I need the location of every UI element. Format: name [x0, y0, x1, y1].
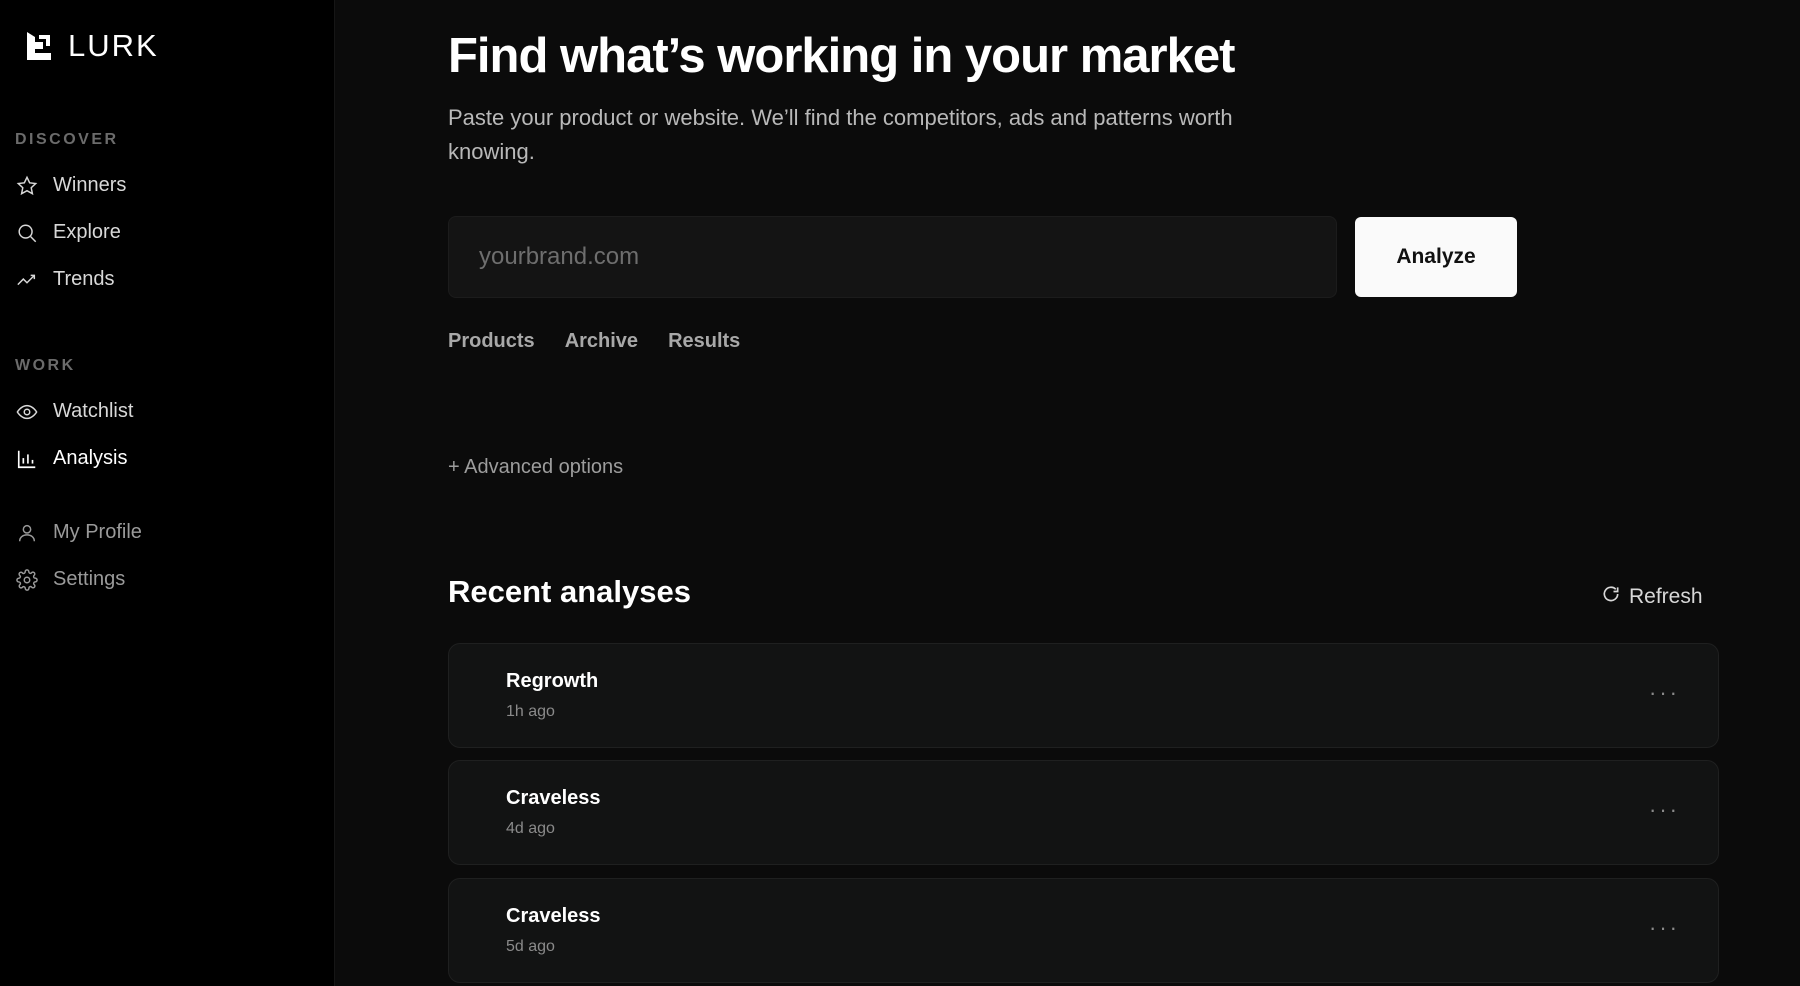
analyze-button[interactable]: Analyze — [1355, 217, 1517, 297]
analysis-card[interactable]: Craveless 4d ago ··· — [448, 760, 1719, 865]
refresh-label: Refresh — [1629, 585, 1703, 608]
search-input[interactable] — [449, 217, 1336, 297]
more-options-icon[interactable]: ··· — [1649, 797, 1680, 823]
more-options-icon[interactable]: ··· — [1649, 915, 1680, 941]
sidebar-item-label: Watchlist — [53, 400, 134, 422]
nav-section-discover: DISCOVER — [15, 131, 119, 148]
page-subtitle: Paste your product or website. We’ll fin… — [448, 105, 1233, 164]
nav-section-work: WORK — [15, 357, 76, 374]
analysis-name: Regrowth — [506, 670, 599, 692]
trend-icon — [15, 268, 38, 291]
sidebar-item-explore[interactable]: Explore — [15, 221, 121, 244]
sidebar-item-label: My Profile — [53, 521, 142, 543]
sidebar-item-my-profile[interactable]: My Profile — [15, 521, 142, 544]
tab-products[interactable]: Products — [448, 330, 535, 353]
analysis-card[interactable]: Craveless 5d ago ··· — [448, 878, 1719, 983]
search-box — [448, 216, 1337, 298]
refresh-button[interactable]: Refresh — [1601, 584, 1703, 610]
sidebar-item-analysis[interactable]: Analysis — [15, 447, 127, 470]
brand-logo[interactable]: LURK — [24, 28, 159, 64]
user-icon — [15, 521, 38, 544]
bar-chart-icon — [15, 447, 38, 470]
sidebar-item-winners[interactable]: Winners — [15, 174, 126, 197]
sidebar-item-label: Explore — [53, 221, 121, 243]
sidebar-item-label: Analysis — [53, 447, 128, 469]
analysis-time: 4d ago — [506, 820, 555, 837]
sidebar-item-trends[interactable]: Trends — [15, 268, 115, 291]
analysis-name: Craveless — [506, 905, 601, 927]
sidebar-item-label: Winners — [53, 174, 127, 196]
sidebar: LURK DISCOVER Winners Explore Trends WOR… — [0, 0, 335, 986]
search-icon — [15, 221, 38, 244]
sidebar-item-settings[interactable]: Settings — [15, 568, 125, 591]
sidebar-item-watchlist[interactable]: Watchlist — [15, 400, 133, 423]
advanced-options-link[interactable]: + Advanced options — [448, 456, 623, 479]
sidebar-item-label: Trends — [53, 268, 115, 290]
gear-icon — [15, 568, 38, 591]
brand-name: LURK — [68, 28, 159, 63]
tab-results[interactable]: Results — [668, 330, 740, 353]
recent-analyses-title: Recent analyses — [448, 574, 691, 609]
more-options-icon[interactable]: ··· — [1649, 680, 1680, 706]
analysis-card[interactable]: Regrowth 1h ago ··· — [448, 643, 1719, 748]
analysis-time: 1h ago — [506, 703, 555, 720]
eye-icon — [15, 400, 38, 423]
refresh-icon — [1601, 584, 1621, 610]
analysis-name: Craveless — [506, 787, 601, 809]
page-title: Find what’s working in your market — [448, 29, 1235, 83]
tab-archive[interactable]: Archive — [565, 330, 638, 353]
analysis-time: 5d ago — [506, 938, 555, 955]
star-icon — [15, 174, 38, 197]
sidebar-item-label: Settings — [53, 568, 126, 590]
tabs: Products Archive Results — [448, 330, 740, 353]
logo-mark-icon — [24, 31, 54, 61]
